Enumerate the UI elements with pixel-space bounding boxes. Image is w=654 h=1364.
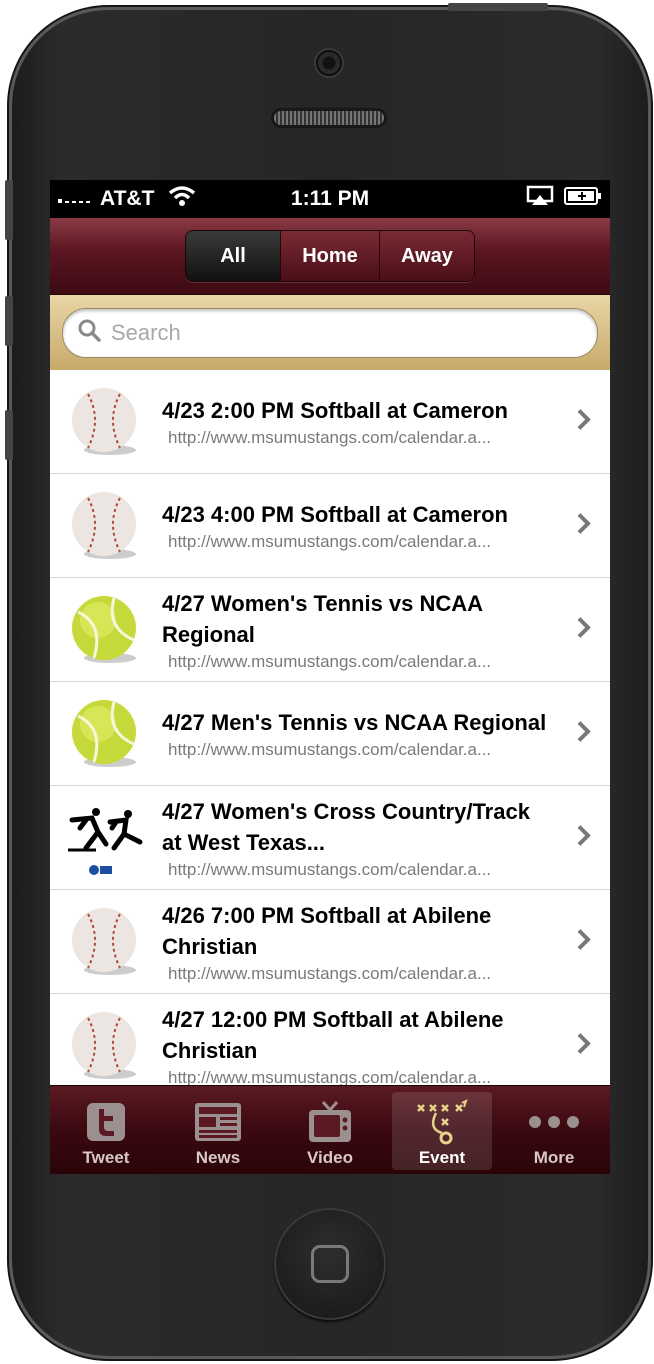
wifi-icon (168, 185, 196, 213)
tab-label: Video (307, 1148, 353, 1167)
playbook-icon (412, 1098, 472, 1146)
list-item[interactable]: 4/27 Women's Cross Country/Track at West… (50, 786, 610, 890)
list-item[interactable]: 4/27 Men's Tennis vs NCAA Regional http:… (50, 682, 610, 786)
event-url: http://www.msumustangs.com/calendar.a... (168, 740, 492, 759)
tab-label: Tweet (82, 1148, 130, 1167)
chevron-right-icon (576, 511, 592, 540)
search-icon (77, 318, 101, 347)
twitter-icon (85, 1098, 127, 1146)
event-url: http://www.msumustangs.com/calendar.a... (168, 1067, 492, 1087)
event-url: http://www.msumustangs.com/calendar.a... (168, 532, 492, 551)
event-title: 4/27 Men's Tennis vs NCAA Regional (162, 710, 547, 735)
event-title: 4/23 4:00 PM Softball at Cameron (162, 502, 508, 527)
search-bar (50, 295, 610, 371)
runners-icon (66, 797, 146, 878)
home-button[interactable] (274, 1208, 386, 1320)
status-bar: AT&T 1:11 PM (50, 180, 610, 218)
softball-icon (66, 382, 146, 462)
event-title: 4/27 Women's Cross Country/Track at West… (162, 798, 530, 855)
tab-more[interactable]: More (498, 1086, 610, 1174)
mute-switch (5, 180, 13, 240)
list-item[interactable]: 4/23 2:00 PM Softball at Cameron http://… (50, 370, 610, 474)
tab-tweet[interactable]: Tweet (50, 1086, 162, 1174)
event-title: 4/23 2:00 PM Softball at Cameron (162, 398, 508, 423)
filter-segmented-control: All Home Away (185, 230, 475, 282)
carrier-label: AT&T (100, 187, 155, 210)
event-title: 4/27 Women's Tennis vs NCAA Regional (162, 590, 483, 647)
search-input[interactable] (109, 318, 597, 347)
chevron-right-icon (576, 1031, 592, 1060)
list-item[interactable]: 4/23 4:00 PM Softball at Cameron http://… (50, 474, 610, 578)
event-url: http://www.msumustangs.com/calendar.a... (168, 859, 492, 879)
softball-icon (66, 902, 146, 982)
tab-bar: Tweet News Video Event More (50, 1085, 610, 1174)
tv-icon (307, 1098, 353, 1146)
search-field[interactable] (62, 307, 598, 358)
power-button (448, 3, 548, 11)
newspaper-icon (193, 1098, 243, 1146)
app-screen: AT&T 1:11 PM All Home Away Search 4/23 2… (50, 180, 610, 1174)
softball-icon (66, 486, 146, 566)
tab-news[interactable]: News (162, 1086, 274, 1174)
signal-icon (58, 187, 94, 211)
event-url: http://www.msumustangs.com/calendar.a... (168, 963, 492, 983)
clock: 1:11 PM (290, 187, 370, 210)
tennis-ball-icon (66, 590, 146, 670)
list-item[interactable]: 4/27 12:00 PM Softball at Abilene Christ… (50, 994, 610, 1086)
chevron-right-icon (576, 823, 592, 852)
volume-down-button (5, 410, 13, 460)
event-title: 4/26 7:00 PM Softball at Abilene Christi… (162, 902, 492, 959)
tab-event[interactable]: Event (386, 1086, 498, 1174)
tab-label: More (533, 1148, 575, 1167)
chevron-right-icon (576, 927, 592, 956)
event-title: 4/27 12:00 PM Softball at Abilene Christ… (162, 1006, 504, 1063)
front-camera (316, 50, 342, 76)
segment-all[interactable]: All (186, 231, 280, 281)
tab-label: News (195, 1148, 241, 1167)
chevron-right-icon (576, 615, 592, 644)
airplay-icon (526, 185, 554, 213)
chevron-right-icon (576, 719, 592, 748)
event-list: 4/23 2:00 PM Softball at Cameron http://… (50, 370, 610, 1086)
list-item[interactable]: 4/26 7:00 PM Softball at Abilene Christi… (50, 890, 610, 994)
earpiece-speaker (274, 111, 384, 125)
list-item[interactable]: 4/27 Women's Tennis vs NCAA Regional htt… (50, 578, 610, 682)
softball-icon (66, 1006, 146, 1086)
navigation-bar: All Home Away (50, 218, 610, 295)
tab-video[interactable]: Video (274, 1086, 386, 1174)
segment-away[interactable]: Away (379, 231, 474, 281)
segment-home[interactable]: Home (280, 231, 379, 281)
volume-up-button (5, 296, 13, 346)
chevron-right-icon (576, 407, 592, 436)
event-url: http://www.msumustangs.com/calendar.a... (168, 428, 492, 447)
battery-icon (564, 186, 602, 212)
event-url: http://www.msumustangs.com/calendar.a... (168, 651, 492, 671)
tab-label: Event (418, 1148, 466, 1167)
more-icon (527, 1098, 581, 1146)
tennis-ball-icon (66, 694, 146, 774)
